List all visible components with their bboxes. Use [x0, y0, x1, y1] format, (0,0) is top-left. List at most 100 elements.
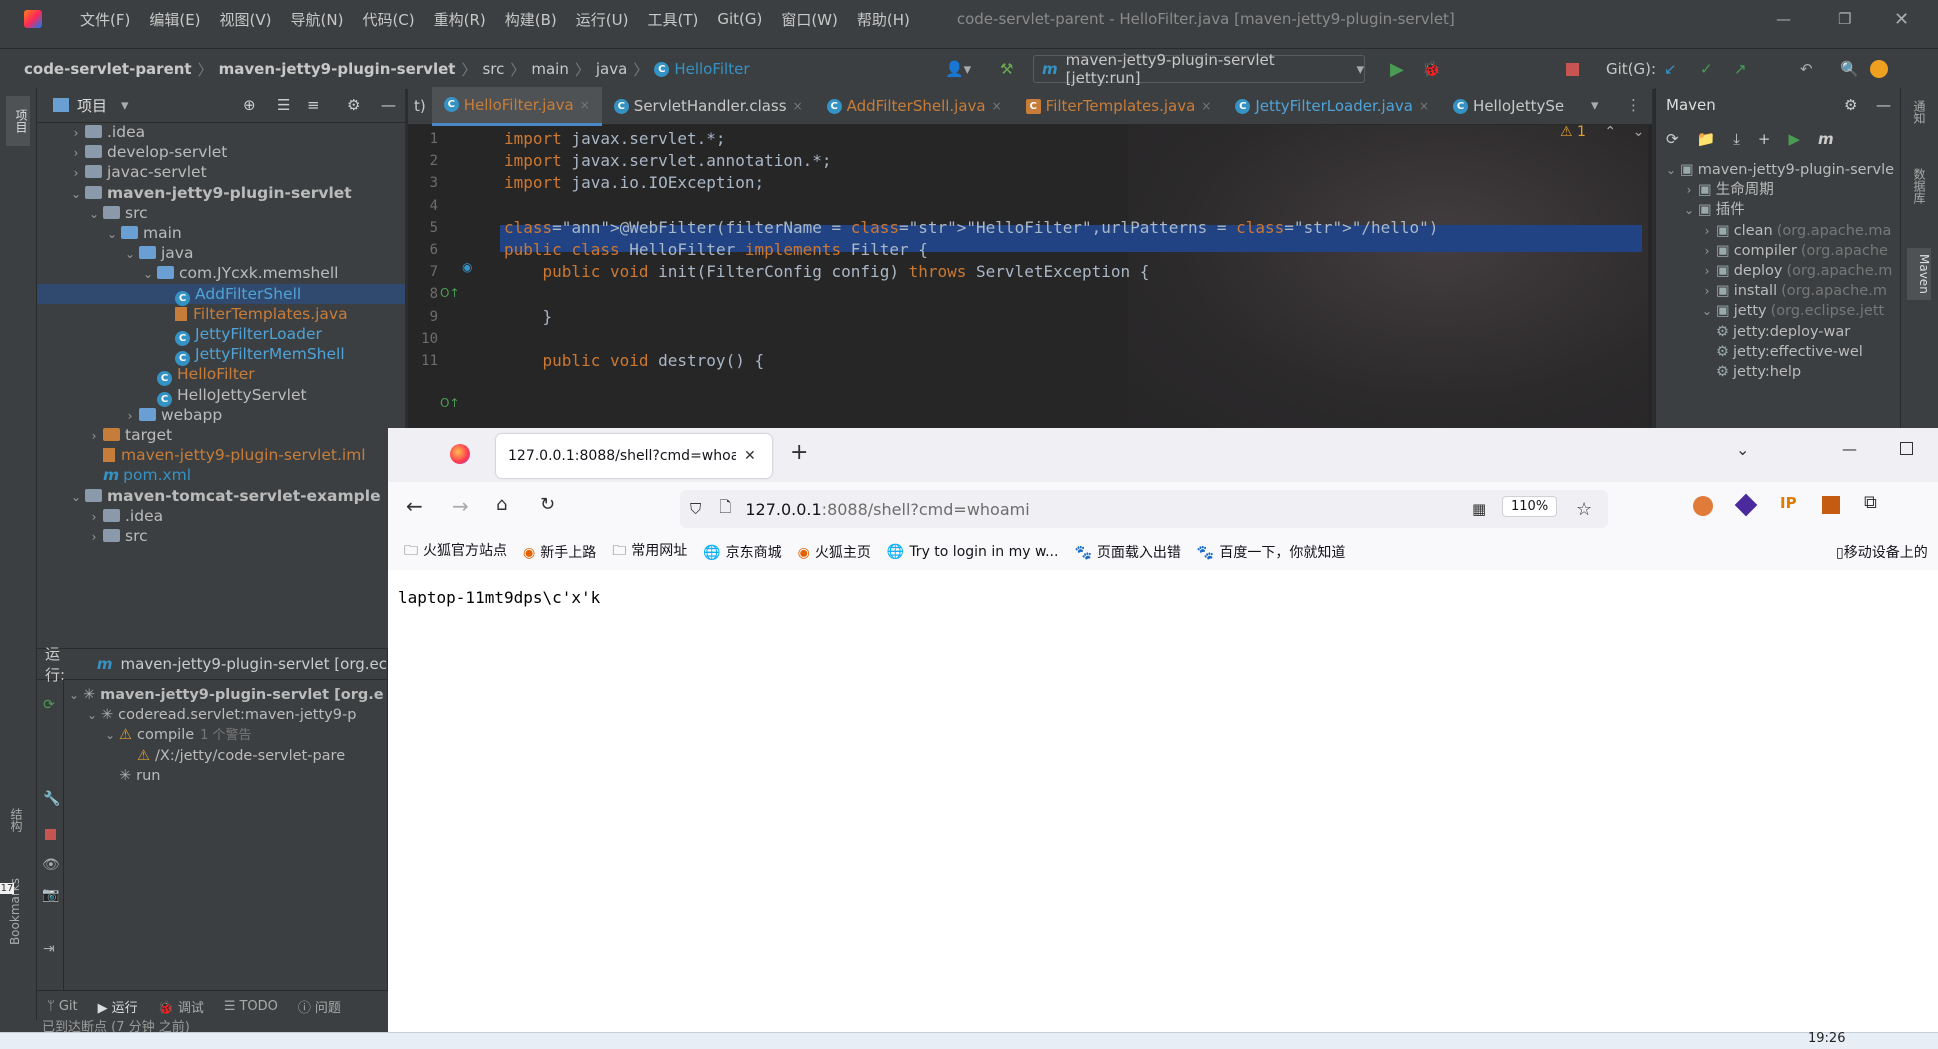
- git-commit-icon[interactable]: ✓: [1700, 60, 1713, 78]
- menu-item[interactable]: 视图(V): [220, 9, 272, 30]
- shield-icon[interactable]: ⛉: [690, 500, 701, 518]
- menu-item[interactable]: Git(G): [717, 10, 762, 28]
- run-tree-item[interactable]: ✳ run: [101, 766, 385, 786]
- database-tool-button[interactable]: 数据库: [1911, 168, 1928, 204]
- prev-highlight-icon[interactable]: ⌃: [1604, 124, 1616, 140]
- code-line[interactable]: public void init(FilterConfig config) th…: [504, 261, 1150, 283]
- chevron-right-icon[interactable]: ›: [85, 426, 103, 446]
- chevron-right-icon[interactable]: ›: [1698, 241, 1716, 261]
- run-icon[interactable]: ▶: [1390, 59, 1404, 80]
- next-highlight-icon[interactable]: ⌄: [1633, 124, 1645, 140]
- project-panel-title[interactable]: 项目: [77, 95, 107, 116]
- code-line[interactable]: public class HelloFilter implements Filt…: [504, 239, 928, 261]
- exit-icon[interactable]: ⇥: [43, 941, 55, 957]
- breadcrumb-item[interactable]: main: [531, 60, 568, 78]
- page-info-icon[interactable]: 🗋: [719, 497, 731, 522]
- bookmark-item[interactable]: ◉ 新手上路: [523, 542, 596, 562]
- gear-icon[interactable]: ⚙: [347, 96, 360, 114]
- more-icon[interactable]: ⋮: [1626, 96, 1641, 114]
- bookmark-item[interactable]: 🗀 常用网址: [612, 540, 687, 564]
- chevron-down-icon[interactable]: ⌄: [67, 487, 85, 507]
- chevron-right-icon[interactable]: ⌄: [1680, 200, 1698, 220]
- maven-tree-item[interactable]: ⌄ ▣ jetty (org.eclipse.jett: [1698, 301, 1900, 321]
- maven-goal-icon[interactable]: m: [1818, 130, 1834, 148]
- locate-icon[interactable]: ⊕: [243, 96, 256, 114]
- browser-maximize-button[interactable]: [1900, 442, 1913, 455]
- project-tree-item[interactable]: FilterTemplates.java: [37, 304, 405, 324]
- chevron-right-icon[interactable]: ›: [67, 163, 85, 183]
- tab-file[interactable]: C HelloJettySe: [1441, 88, 1576, 124]
- hide-icon[interactable]: —: [381, 96, 396, 114]
- menu-item[interactable]: 运行(U): [576, 9, 629, 30]
- project-tree-item[interactable]: › src: [37, 526, 405, 546]
- tab-file[interactable]: C AddFilterShell.java ×: [815, 88, 1014, 124]
- stop-icon[interactable]: [45, 829, 56, 840]
- tab-file[interactable]: C HelloFilter.java ×: [431, 86, 602, 126]
- chevron-right-icon[interactable]: ⌄: [1698, 301, 1716, 321]
- project-tree-item[interactable]: ⌄ maven-jetty9-plugin-servlet: [37, 183, 405, 203]
- zoom-level[interactable]: 110%: [1502, 496, 1558, 517]
- firefox-view-icon[interactable]: [450, 444, 470, 464]
- run-tree-item[interactable]: ⌄ ✳ coderead.servlet:maven-jetty9-p: [83, 705, 385, 725]
- browser-tab-active[interactable]: 127.0.0.1:8088/shell?cmd=whoami ✕: [496, 434, 772, 478]
- tab-file[interactable]: C FilterTemplates.java ×: [1014, 88, 1224, 124]
- menu-item[interactable]: 帮助(H): [857, 9, 910, 30]
- update-icon[interactable]: [1870, 60, 1888, 78]
- add-project-icon[interactable]: 📁: [1697, 130, 1716, 148]
- project-tree-item[interactable]: › .idea: [37, 122, 405, 142]
- eye-icon[interactable]: 👁: [42, 857, 60, 873]
- bottom-tab-git[interactable]: ᛘ Git: [47, 999, 78, 1014]
- close-tab-icon[interactable]: ×: [580, 98, 590, 112]
- maven-tree-item[interactable]: › ▣ 生命周期: [1680, 180, 1900, 200]
- wrench-icon[interactable]: 🔧: [43, 791, 60, 807]
- close-tab-icon[interactable]: ×: [992, 99, 1002, 113]
- tabs-overflow-icon[interactable]: ▾: [1591, 96, 1599, 114]
- close-tab-icon[interactable]: ✕: [744, 448, 756, 464]
- maven-tree-item[interactable]: › ▣ deploy (org.apache.m: [1698, 261, 1900, 281]
- qr-code-icon[interactable]: ▦: [1472, 500, 1486, 518]
- project-tree-item[interactable]: ⌄ java: [37, 243, 405, 263]
- implemented-gutter-icon[interactable]: ◉: [462, 260, 472, 274]
- user-icon[interactable]: 👤▾: [945, 60, 971, 78]
- chevron-down-icon[interactable]: ⌄: [121, 244, 139, 264]
- warning-indicator[interactable]: ⚠ 1 ⌃ ⌄: [1560, 124, 1644, 140]
- menu-item[interactable]: 代码(C): [362, 9, 414, 30]
- stop-icon[interactable]: [1566, 62, 1579, 76]
- forward-button[interactable]: →: [452, 494, 469, 518]
- maven-tree-item[interactable]: ⌄ ▣ 插件: [1680, 200, 1900, 220]
- tab-list-icon[interactable]: ⌄: [1736, 440, 1749, 459]
- project-tree-item[interactable]: ⌄ maven-tomcat-servlet-example: [37, 486, 405, 506]
- bookmark-star-icon[interactable]: ☆: [1576, 499, 1592, 520]
- override-gutter-icon[interactable]: O↑: [440, 396, 460, 410]
- run-tree-item[interactable]: ⌄ ⚠ compile 1 个警告: [101, 725, 385, 745]
- bottom-tab-调试[interactable]: 🐞 调试: [158, 997, 204, 1016]
- gear-icon[interactable]: ⚙: [1844, 96, 1857, 114]
- breadcrumb-item[interactable]: HelloFilter: [674, 60, 749, 78]
- mobile-bookmarks[interactable]: ▯移动设备上的: [1836, 542, 1928, 562]
- menu-item[interactable]: 编辑(E): [149, 9, 200, 30]
- project-tree-item[interactable]: › javac-servlet: [37, 162, 405, 182]
- extension-icon[interactable]: [1734, 493, 1758, 517]
- bookmark-item[interactable]: 🐾 页面载入出错: [1074, 542, 1180, 562]
- new-tab-button[interactable]: +: [790, 440, 808, 465]
- code-line[interactable]: class="ann">@WebFilter(filterName = clas…: [504, 217, 1438, 239]
- run-tree-item[interactable]: ⌄ ✳ maven-jetty9-plugin-servlet [org.e: [65, 685, 385, 705]
- chevron-right-icon[interactable]: ›: [67, 143, 85, 163]
- run-config-selector[interactable]: m maven-jetty9-plugin-servlet [jetty:run…: [1033, 51, 1365, 87]
- close-tab-icon[interactable]: ×: [1419, 99, 1429, 113]
- project-tree-item[interactable]: C JettyFilterMemShell: [37, 344, 405, 367]
- project-tree-item[interactable]: m pom.xml: [37, 465, 405, 485]
- git-update-icon[interactable]: ↙: [1664, 60, 1677, 78]
- project-tree-item[interactable]: › develop-servlet: [37, 142, 405, 162]
- run-icon[interactable]: ▶: [1788, 130, 1800, 148]
- build-hammer-icon[interactable]: ⚒: [1000, 60, 1013, 78]
- project-tree-item[interactable]: ⌄ com.JYcxk.memshell: [37, 263, 405, 283]
- menu-item[interactable]: 文件(F): [80, 9, 130, 30]
- code-line[interactable]: }: [504, 306, 553, 328]
- close-tab-icon[interactable]: ×: [793, 99, 803, 113]
- project-tree-item[interactable]: ⌄ src: [37, 203, 405, 223]
- override-gutter-icon[interactable]: O↑: [440, 286, 460, 300]
- chevron-down-icon[interactable]: ▾: [121, 96, 129, 114]
- extension-icon[interactable]: [1693, 496, 1713, 516]
- close-tab-icon[interactable]: ×: [1201, 99, 1211, 113]
